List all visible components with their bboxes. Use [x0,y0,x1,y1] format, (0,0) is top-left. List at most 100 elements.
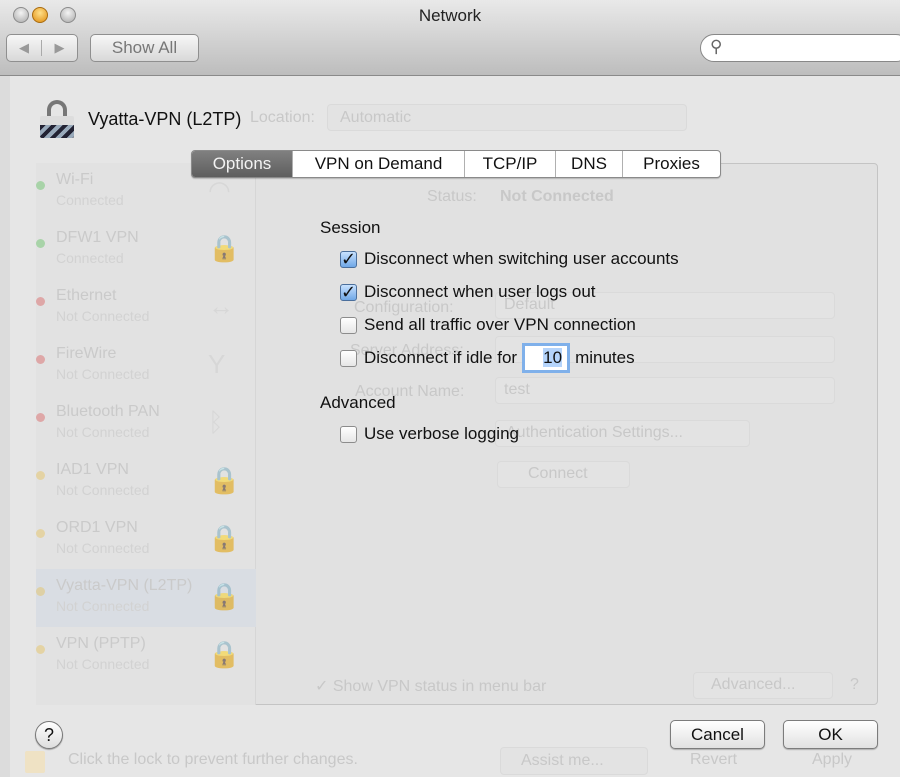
location-label: Location: [250,109,315,126]
chevron-right-icon[interactable]: ▶ [42,40,77,56]
verbose-logging-option[interactable]: Use verbose logging [340,424,519,444]
help-button[interactable]: ? [35,721,63,749]
show-vpn-status-label: Show VPN status in menu bar [332,678,547,695]
session-heading: Session [320,218,381,237]
send-all-traffic-label: Send all traffic over VPN connection [364,315,636,334]
service-status: Not Connected [56,656,150,672]
status-dot [36,529,45,538]
lock-text: Click the lock to prevent further change… [68,751,358,768]
service-status: Not Connected [56,598,150,614]
tab-options[interactable]: Options [192,151,293,177]
advanced-heading: Advanced [320,393,396,412]
service-list-item: IAD1 VPN Not Connected 🔒 [36,453,256,511]
show-all-button[interactable]: Show All [90,34,199,62]
search-input[interactable]: ⚲ [700,34,900,62]
status-dot [36,645,45,654]
apply-button: Apply [812,751,853,768]
lock-icon [40,100,74,138]
cancel-button[interactable]: Cancel [670,720,765,749]
send-all-traffic-option[interactable]: Send all traffic over VPN connection [340,315,636,335]
disconnect-logout-option[interactable]: ✓ Disconnect when user logs out [340,282,596,302]
vpn-lock-icon: 🔒 [208,233,241,263]
service-name: Ethernet [56,287,117,304]
authentication-settings-button: Authentication Settings... [495,420,750,447]
status-dot [36,239,45,248]
assist-me-button: Assist me... [500,747,648,775]
service-status: Not Connected [56,366,150,382]
service-name: Wi-Fi [56,171,94,188]
status-dot [36,471,45,480]
service-status: Not Connected [56,308,150,324]
service-status: Not Connected [56,540,150,556]
status-dot [36,587,45,596]
disconnect-idle-label: Disconnect if idle for [364,348,518,367]
service-list-item: DFW1 VPN Connected 🔒 [36,221,256,279]
bluetooth-icon: ᛒ [208,407,224,437]
back-forward-buttons[interactable]: ◀ ▶ [6,34,78,62]
service-name: ORD1 VPN [56,519,138,536]
service-title: Vyatta-VPN (L2TP) [88,109,242,129]
verbose-logging-label: Use verbose logging [364,424,519,443]
idle-minutes-value: 10 [543,348,563,367]
tab-dns[interactable]: DNS [556,151,623,177]
ok-button[interactable]: OK [783,720,878,749]
status-dot [36,297,45,306]
service-status: Not Connected [56,482,150,498]
status-value: Not Connected [500,188,614,205]
send-all-traffic-checkbox[interactable] [340,316,357,334]
title-bar: Network ◀ ▶ Show All ⚲ [0,0,900,76]
service-status: Not Connected [56,424,150,440]
service-list-item: Vyatta-VPN (L2TP) Not Connected 🔒 [36,569,256,627]
service-name: VPN (PPTP) [56,635,146,652]
search-icon: ⚲ [710,37,723,56]
service-name: Bluetooth PAN [56,403,160,420]
location-popup: Automatic [327,104,687,131]
disconnect-switching-checkbox[interactable]: ✓ [340,250,357,268]
service-list-item: VPN (PPTP) Not Connected 🔒 [36,627,256,685]
vpn-lock-icon: 🔒 [208,581,241,611]
idle-minutes-field[interactable]: 10 [522,343,571,373]
account-name-field: test [495,377,835,404]
vpn-lock-icon: 🔒 [208,465,241,495]
show-vpn-status-checkbox: ✓ Show VPN status in menu bar [315,678,547,695]
service-name: Vyatta-VPN (L2TP) [56,577,193,594]
tab-tcp-ip[interactable]: TCP/IP [465,151,556,177]
service-name: DFW1 VPN [56,229,139,246]
service-list-item: Bluetooth PAN Not Connected ᛒ [36,395,256,453]
ethernet-icon: ↔ [208,291,234,321]
disconnect-idle-option[interactable]: Disconnect if idle for 10 minutes [340,343,635,373]
vpn-lock-icon: 🔒 [208,639,241,669]
service-list: Wi-Fi Connected ◠ DFW1 VPN Connected 🔒 E… [36,163,256,705]
status-dot [36,413,45,422]
disconnect-idle-checkbox[interactable] [340,349,357,367]
service-list-item: FireWire Not Connected Y [36,337,256,395]
service-list-item: Ethernet Not Connected ↔ [36,279,256,337]
tab-bar: Options VPN on Demand TCP/IP DNS Proxies [191,150,721,178]
lock-padlock-icon [25,751,45,773]
window-title: Network [418,6,482,25]
status-dot [36,355,45,364]
minutes-label: minutes [575,348,635,367]
service-name: FireWire [56,345,117,362]
disconnect-switching-label: Disconnect when switching user accounts [364,249,679,268]
verbose-logging-checkbox[interactable] [340,425,357,443]
background-help-icon: ? [850,676,859,693]
tab-proxies[interactable]: Proxies [623,151,720,177]
disconnect-logout-checkbox[interactable]: ✓ [340,283,357,301]
revert-button: Revert [690,751,738,768]
disconnect-switching-option[interactable]: ✓ Disconnect when switching user accounts [340,249,679,269]
service-status: Connected [56,250,124,266]
service-list-item: ORD1 VPN Not Connected 🔒 [36,511,256,569]
advanced-button: Advanced... [693,672,833,699]
chevron-left-icon[interactable]: ◀ [7,40,42,56]
connect-button: Connect [497,461,630,488]
vpn-lock-icon: 🔒 [208,523,241,553]
wifi-icon: ◠ [208,175,231,205]
status-label: Status: [427,188,477,205]
tab-vpn-on-demand[interactable]: VPN on Demand [293,151,465,177]
status-dot [36,181,45,190]
service-name: IAD1 VPN [56,461,129,478]
service-status: Connected [56,192,124,208]
disconnect-logout-label: Disconnect when user logs out [364,282,596,301]
firewire-icon: Y [208,349,226,379]
